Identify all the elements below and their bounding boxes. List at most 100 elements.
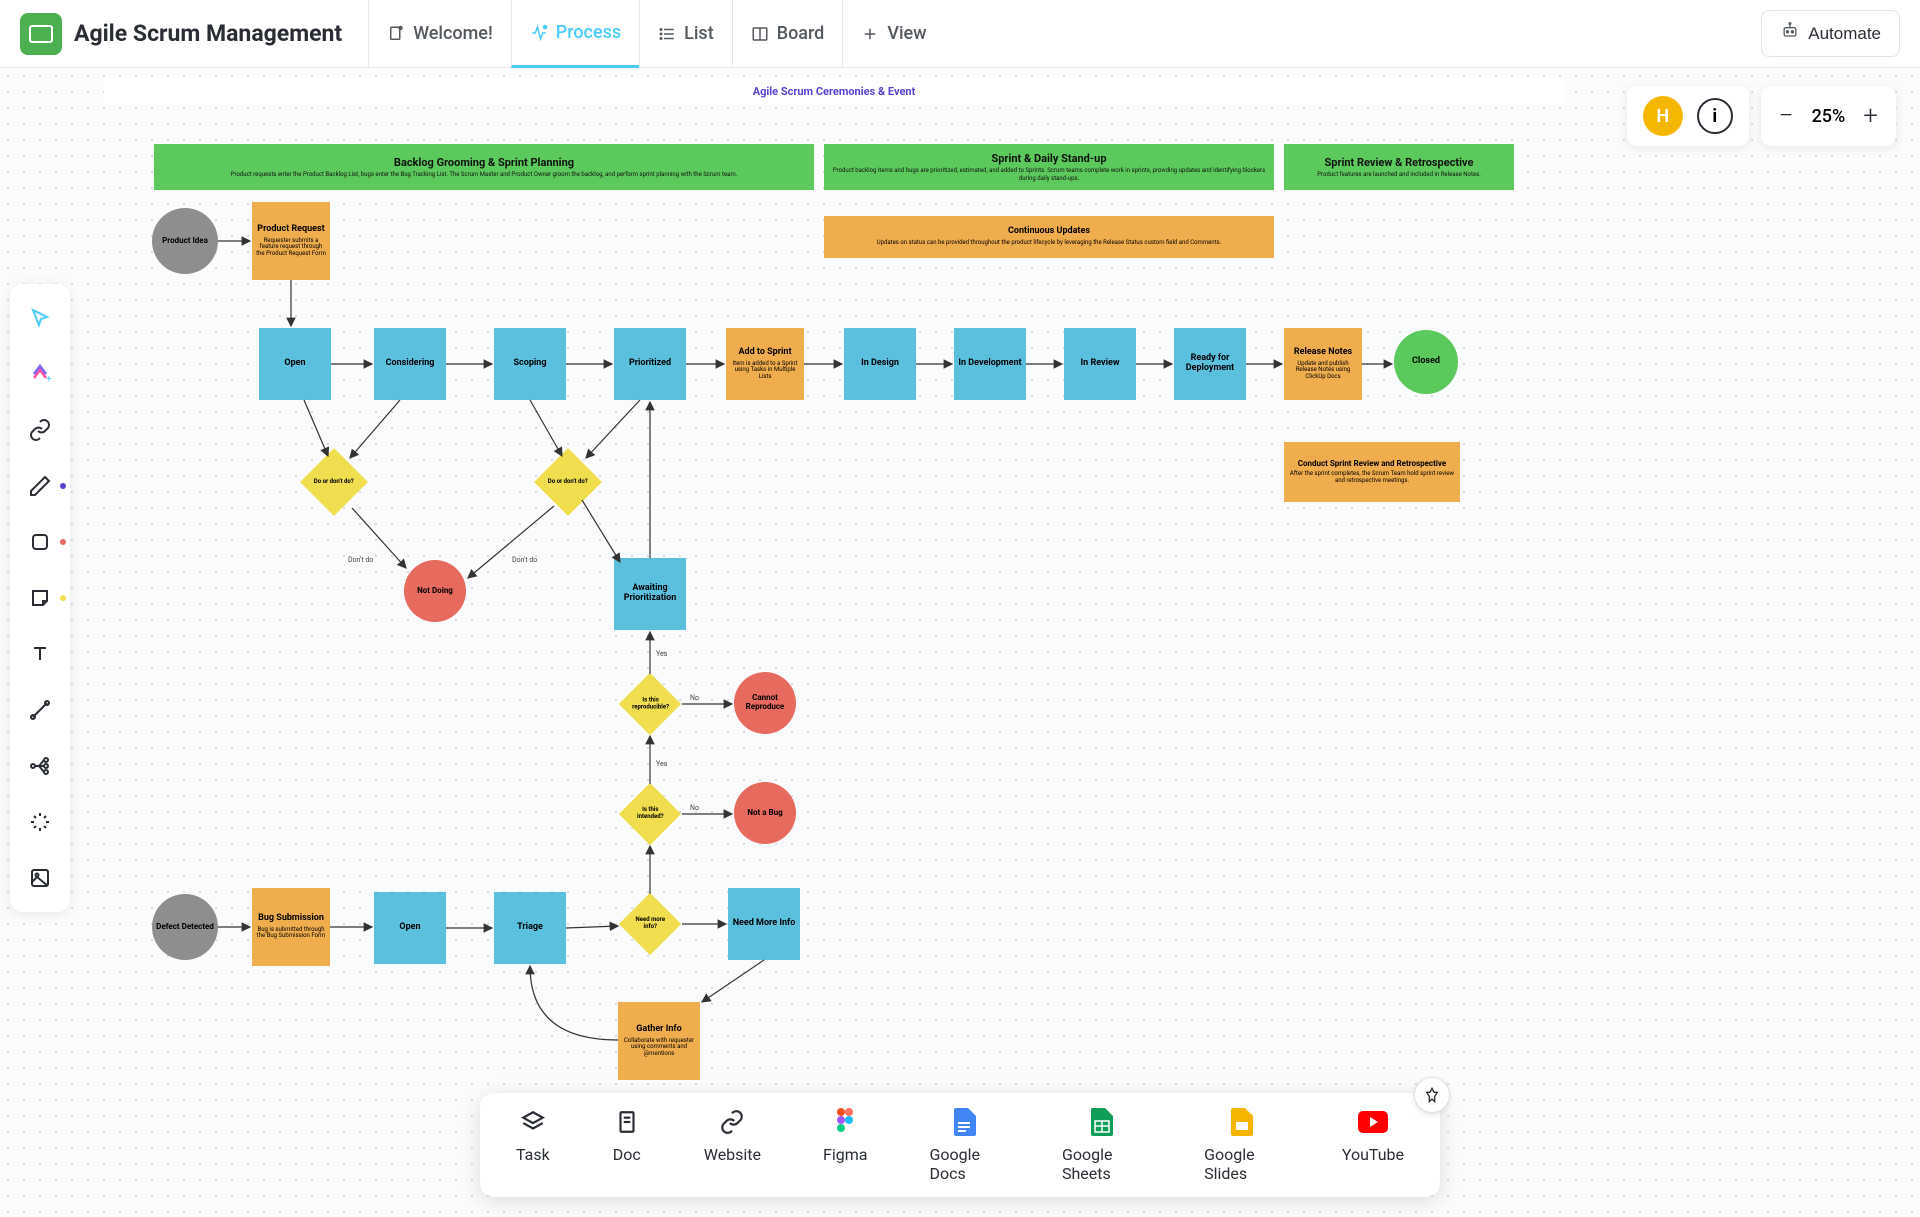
- dock-label: Figma: [823, 1145, 867, 1164]
- zoom-in-button[interactable]: +: [1863, 101, 1878, 131]
- node-open[interactable]: Open: [259, 328, 331, 400]
- node-prioritized[interactable]: Prioritized: [614, 328, 686, 400]
- edge-label: No: [690, 694, 699, 702]
- tool-connector[interactable]: [16, 686, 64, 734]
- node-gather-info[interactable]: Gather Info Collaborate with requester u…: [618, 1002, 700, 1080]
- gdocs-icon: [950, 1107, 980, 1137]
- node-product-idea[interactable]: Product Idea: [152, 208, 218, 274]
- automate-label: Automate: [1808, 24, 1881, 44]
- node-intended[interactable]: Is this intended?: [619, 783, 681, 845]
- node-label: In Development: [958, 359, 1021, 369]
- node-ready-deploy[interactable]: Ready for Deployment: [1174, 328, 1246, 400]
- robot-icon: [1780, 21, 1800, 46]
- board-icon: [751, 25, 769, 43]
- node-label: Do or don't do?: [548, 479, 588, 486]
- dock-website[interactable]: Website: [678, 1107, 787, 1183]
- tool-ai[interactable]: [16, 798, 64, 846]
- node-label: Product Idea: [162, 237, 208, 246]
- node-product-request[interactable]: Product Request Requester submits a feat…: [252, 202, 330, 280]
- app-title: Agile Scrum Management: [74, 20, 342, 47]
- node-open-2[interactable]: Open: [374, 892, 446, 964]
- tab-process[interactable]: Process: [511, 0, 639, 68]
- dock-google-sheets[interactable]: Google Sheets: [1036, 1107, 1168, 1183]
- node-label: Is this reproducible?: [632, 697, 669, 710]
- tool-shape[interactable]: [16, 518, 64, 566]
- node-not-doing[interactable]: Not Doing: [404, 560, 466, 622]
- tab-list[interactable]: List: [639, 0, 732, 68]
- tab-board[interactable]: Board: [732, 0, 843, 68]
- node-sub: Item is added to a Sprint using Tasks in…: [730, 361, 800, 381]
- tool-link[interactable]: [16, 406, 64, 454]
- tool-pen[interactable]: [16, 462, 64, 510]
- node-scoping[interactable]: Scoping: [494, 328, 566, 400]
- node-need-more-info[interactable]: Need More Info: [728, 888, 800, 960]
- tool-clickup[interactable]: +: [16, 350, 64, 398]
- dock-google-slides[interactable]: Google Slides: [1178, 1107, 1306, 1183]
- node-closed[interactable]: Closed: [1394, 330, 1458, 394]
- tab-add-view[interactable]: View: [842, 0, 944, 68]
- node-defect-detected[interactable]: Defect Detected: [152, 894, 218, 960]
- node-in-development[interactable]: In Development: [954, 328, 1026, 400]
- node-label: Need More Info: [733, 919, 796, 929]
- node-label: Defect Detected: [156, 923, 214, 932]
- node-in-design[interactable]: In Design: [844, 328, 916, 400]
- node-release-notes[interactable]: Release Notes Update and publish Release…: [1284, 328, 1362, 400]
- node-sub: Collaborate with requester using comment…: [622, 1038, 696, 1058]
- phase-title: Backlog Grooming & Sprint Planning: [394, 156, 574, 169]
- tool-sticky[interactable]: [16, 574, 64, 622]
- zoom-controls: − 25% +: [1761, 86, 1896, 146]
- zoom-out-button[interactable]: −: [1779, 101, 1794, 131]
- dock-doc[interactable]: Doc: [586, 1107, 668, 1183]
- pin-dock-button[interactable]: [1414, 1077, 1450, 1113]
- node-decision-2[interactable]: Do or don't do?: [534, 448, 602, 516]
- tool-text[interactable]: [16, 630, 64, 678]
- tab-label: List: [684, 23, 714, 44]
- app-icon: [20, 13, 62, 55]
- svg-text:+: +: [46, 374, 52, 385]
- dock-label: Doc: [613, 1145, 641, 1164]
- automate-button[interactable]: Automate: [1761, 10, 1900, 57]
- node-reproducible[interactable]: Is this reproducible?: [619, 673, 681, 735]
- node-title: Product Request: [257, 225, 324, 235]
- phase-review: Sprint Review & Retrospective Product fe…: [1284, 144, 1514, 190]
- node-label: In Review: [1081, 359, 1120, 369]
- node-awaiting-prioritization[interactable]: Awaiting Prioritization: [614, 558, 686, 630]
- whiteboard-canvas[interactable]: Agile Scrum Ceremonies & Event Backlog G…: [0, 68, 1920, 1217]
- node-not-a-bug[interactable]: Not a Bug: [734, 782, 796, 844]
- node-retrospective[interactable]: Conduct Sprint Review and Retrospective …: [1284, 442, 1460, 502]
- zoom-value: 25%: [1812, 106, 1846, 127]
- node-in-review[interactable]: In Review: [1064, 328, 1136, 400]
- node-triage[interactable]: Triage: [494, 892, 566, 964]
- node-bug-submission[interactable]: Bug Submission Bug is submitted through …: [252, 888, 330, 966]
- dock-youtube[interactable]: YouTube: [1316, 1107, 1430, 1183]
- node-label: In Design: [861, 359, 899, 369]
- diagram-title: Agile Scrum Ceremonies & Event: [104, 78, 1564, 104]
- app-header: Agile Scrum Management Welcome! Process …: [0, 0, 1920, 68]
- dock-label: Google Docs: [929, 1145, 999, 1183]
- tab-welcome[interactable]: Welcome!: [368, 0, 511, 68]
- node-decision-1[interactable]: Do or don't do?: [300, 448, 368, 516]
- tool-select[interactable]: [16, 294, 64, 342]
- user-avatar[interactable]: H: [1643, 96, 1683, 136]
- dock-label: Task: [516, 1145, 550, 1164]
- list-icon: [658, 25, 676, 43]
- edge-label: No: [690, 804, 699, 812]
- node-add-to-sprint[interactable]: Add to Sprint Item is added to a Sprint …: [726, 328, 804, 400]
- node-label: Is this intended?: [632, 807, 668, 820]
- node-label: Triage: [517, 923, 543, 933]
- info-button[interactable]: i: [1697, 98, 1733, 134]
- node-sub: Updates on status can be provided throug…: [877, 240, 1221, 247]
- presence-group: H i: [1627, 86, 1749, 146]
- node-label: Need more info?: [632, 917, 668, 930]
- node-considering[interactable]: Considering: [374, 328, 446, 400]
- node-cannot-reproduce[interactable]: Cannot Reproduce: [734, 672, 796, 734]
- node-title: Conduct Sprint Review and Retrospective: [1298, 460, 1446, 469]
- tool-image[interactable]: [16, 854, 64, 902]
- tool-mindmap[interactable]: [16, 742, 64, 790]
- node-continuous-updates[interactable]: Continuous Updates Updates on status can…: [824, 216, 1274, 258]
- dock-task[interactable]: Task: [490, 1107, 576, 1183]
- node-need-more-info-q[interactable]: Need more info?: [619, 893, 681, 955]
- dock-label: Google Sheets: [1062, 1145, 1142, 1183]
- dock-google-docs[interactable]: Google Docs: [903, 1107, 1025, 1183]
- dock-figma[interactable]: Figma: [797, 1107, 893, 1183]
